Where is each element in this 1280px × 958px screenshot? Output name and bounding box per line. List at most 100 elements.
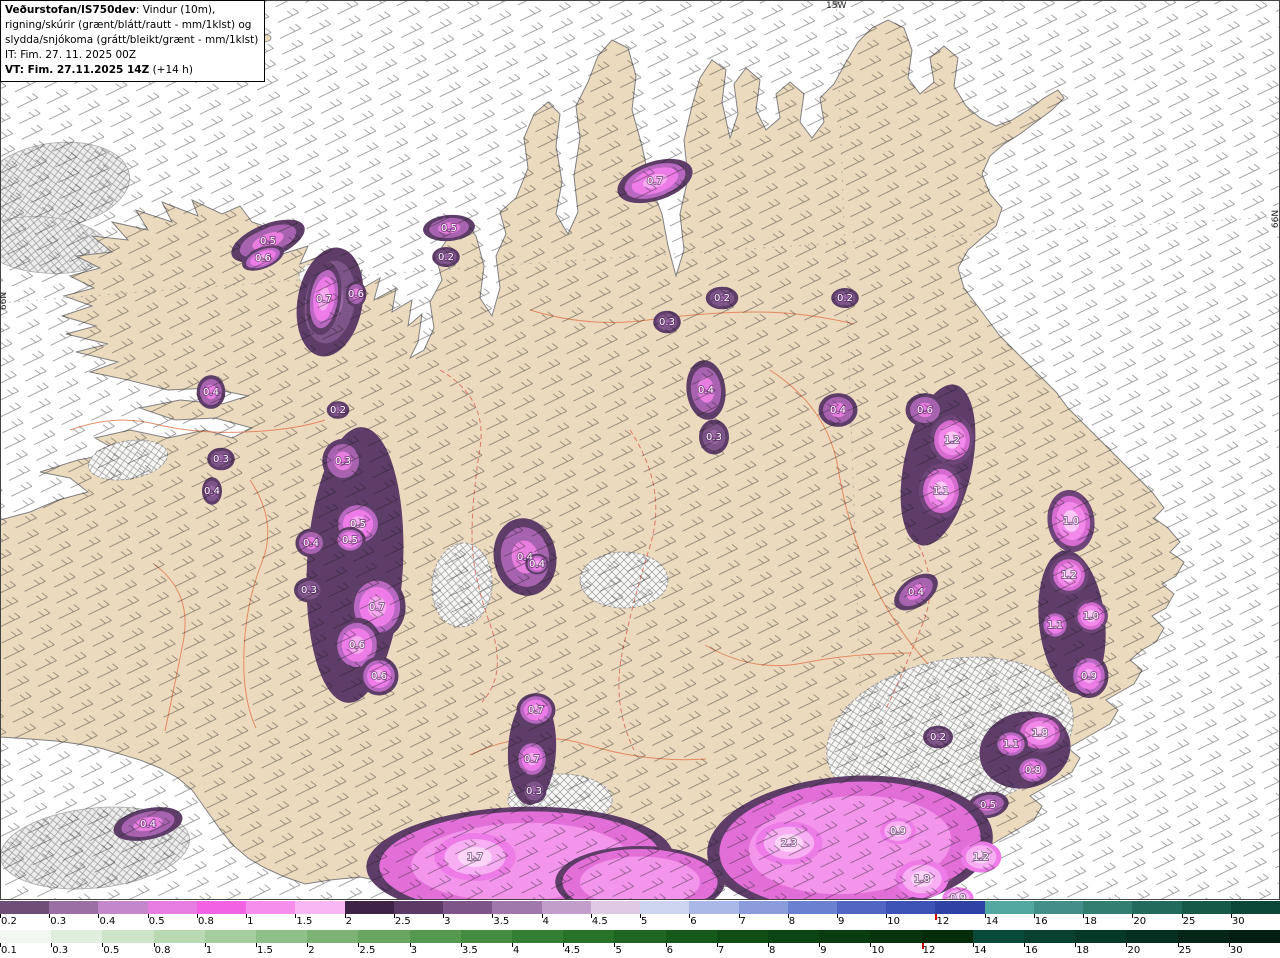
colorbar-segment: 0.5	[147, 901, 197, 927]
colorbar-segment: 9	[836, 901, 887, 927]
weather-map: 0.7 0.5 0.6 0.5 0.2 0.7 0.6 0.2 0.3 0.2 0.4 0.2 0.3 0…	[0, 0, 1280, 900]
colorbar-tick-label: 0.5	[103, 945, 120, 956]
colorbar-segment: 0.8	[196, 901, 247, 927]
colorbar-segment: 0.3	[51, 930, 103, 956]
colorbar-tick-label: 25	[1182, 916, 1196, 927]
colorbar-upper-wrap: 0.2 0.3 0.4 0.5 0.8 1 1.5 2 2.5 3 3.5 4 4.5 5 6 7 8 9 10 12…	[0, 901, 1280, 930]
colorbar-tick-label: 3	[444, 916, 451, 927]
colorbar-segment: 5	[640, 901, 690, 927]
colorbar-tick-label: 20	[1127, 945, 1141, 956]
colorbar-segment: 3	[409, 930, 461, 956]
precip-value-label: 1.0	[1083, 611, 1099, 622]
precip-value-label: 0.2	[438, 252, 454, 263]
wind-barbs-overlay	[0, 0, 1280, 900]
colorbar-tick-label: 2	[308, 945, 315, 956]
colorbar-segment: 14	[972, 930, 1025, 956]
precip-value-label: 0.4	[203, 387, 219, 398]
colorbar-tick-label: 0.1	[1, 945, 17, 956]
precip-value-label: 0.2	[714, 293, 730, 304]
colorbar-tick-label: 1.5	[296, 916, 313, 927]
precip-value-label: 0.9	[1081, 671, 1097, 682]
precip-value-label: 0.2	[930, 732, 946, 743]
colorbar-segment: 3.5	[460, 930, 513, 956]
colorbar-segment: 1	[246, 901, 296, 927]
precip-value-label: 0.9	[950, 893, 966, 900]
precip-value-label: 1.2	[1061, 570, 1077, 581]
colorbar-segment: 5	[614, 930, 666, 956]
precip-value-label: 1.1	[933, 486, 949, 497]
colorbar-segment: 16	[1024, 930, 1076, 956]
parallel-label-right: 66N	[1270, 209, 1280, 229]
colorbar-segment: 0.5	[102, 930, 154, 956]
precip-value-label: 0.4	[698, 385, 714, 396]
precip-value-label: 0.5	[350, 519, 366, 530]
product-params: : Vindur (10m),	[135, 4, 216, 16]
precip-value-label: 0.9	[890, 826, 906, 837]
precip-value-label: 0.3	[213, 454, 229, 465]
colorbar-segment: 3.5	[492, 901, 542, 927]
legend-box: Veðurstofan/IS750dev: Vindur (10m), rign…	[0, 0, 266, 82]
precip-value-label: 2.3	[781, 838, 797, 849]
colorbar-tick-label: 6	[690, 916, 697, 927]
precip-value-label: 1.2	[944, 435, 960, 446]
colorbar-tick-label: 0.3	[50, 916, 67, 927]
colorbar-segment: 18	[1083, 901, 1133, 927]
colorbar-tick-label: 18	[1076, 945, 1089, 956]
precip-value-label: 0.4	[830, 405, 846, 416]
colorbar-tick-label: 9	[820, 945, 827, 956]
precip-value-label: 0.7	[647, 176, 663, 187]
legend-line-2: rigning/skúrir (grænt/blátt/rautt - mm/1…	[5, 18, 252, 31]
colorbar-tick-label: 1	[247, 916, 254, 927]
precip-value-label: 1.8	[1032, 728, 1048, 739]
precip-value-label: 0.4	[303, 538, 319, 549]
colorbar-sleet-rain: 0.2 0.3 0.4 0.5 0.8 1 1.5 2 2.5 3 3.5 4 4.5 5 6 7 8 9 10 12…	[0, 901, 1280, 927]
colorbar-tick-label: 0.8	[197, 916, 214, 927]
colorbar-tick-label: 14	[973, 945, 987, 956]
colorbar-tick-label: 30	[1229, 945, 1243, 956]
colorbar-snow: 0.1 0.3 0.5 0.8 1 1.5 2 2.5 3 3.5 4 4.5 5 6 7 8 9 10 12 14 1…	[0, 930, 1280, 956]
colorbar-segment: 1.5	[295, 901, 345, 927]
colorbar-tick-label: 12	[936, 916, 950, 927]
valid-time: VT: Fim. 27.11.2025 14Z (+14 h)	[5, 63, 258, 78]
colorbar-tick-label: 25	[1178, 945, 1192, 956]
colorbar-segment: 2	[307, 930, 359, 956]
meridian-label: 15W	[826, 1, 847, 11]
valid-time-offset: (+14 h)	[149, 63, 193, 76]
colorbar-tick-label: 0.2	[1, 916, 17, 927]
colorbar-segment: 7	[716, 930, 769, 956]
colorbar-tick-label: 0.3	[52, 945, 69, 956]
colorbar-segment: 6	[665, 930, 717, 956]
precip-value-label: 0.7	[316, 294, 332, 305]
colorbar-segment: 0.3	[49, 901, 99, 927]
precip-value-label: 0.8	[1025, 765, 1041, 776]
init-time: IT: Fim. 27. 11. 2025 00Z	[5, 48, 137, 61]
precip-value-label: 0.4	[908, 587, 924, 598]
precip-value-label: 0.7	[369, 602, 385, 613]
parallel-label-left: 66N	[0, 291, 10, 311]
precip-value-label: 0.3	[526, 786, 542, 797]
precip-value-label: 0.6	[255, 253, 271, 264]
precip-value-label: 0.2	[837, 293, 853, 304]
colorbar-segment: 3	[443, 901, 493, 927]
colorbar-segment: 1.5	[256, 930, 308, 956]
colorbar-tick-label: 1	[205, 945, 213, 956]
precip-value-label: 1.7	[467, 852, 483, 863]
colorbar-tick-label: 0.5	[148, 916, 165, 927]
colorbar-tick-label: 1.5	[257, 945, 273, 956]
colorbar-tick-label: 16	[1025, 945, 1038, 956]
precip-value-label: 1.8	[914, 874, 930, 885]
precip-value-label: 0.5	[441, 223, 457, 234]
colorbar-segment: 0.4	[98, 901, 148, 927]
colorbar-segment: 2.5	[358, 930, 410, 956]
colorbar-tick-label: 0.4	[99, 916, 116, 927]
precip-value-label: 0.7	[528, 705, 544, 716]
colorbar-tick-label: 2.5	[359, 945, 376, 956]
colorbar-tick-label: 14	[985, 916, 999, 927]
precip-value-label: 1.1	[1003, 739, 1019, 750]
colorbar-tick-label: 18	[1084, 916, 1097, 927]
colorbar-tick-label: 7	[739, 916, 746, 927]
colorbar-segment: 7	[738, 901, 788, 927]
colorbar-tick-label: 4	[513, 945, 520, 956]
colorbar-segment: 4.5	[590, 901, 641, 927]
colorbar-segment: 10	[870, 930, 922, 956]
